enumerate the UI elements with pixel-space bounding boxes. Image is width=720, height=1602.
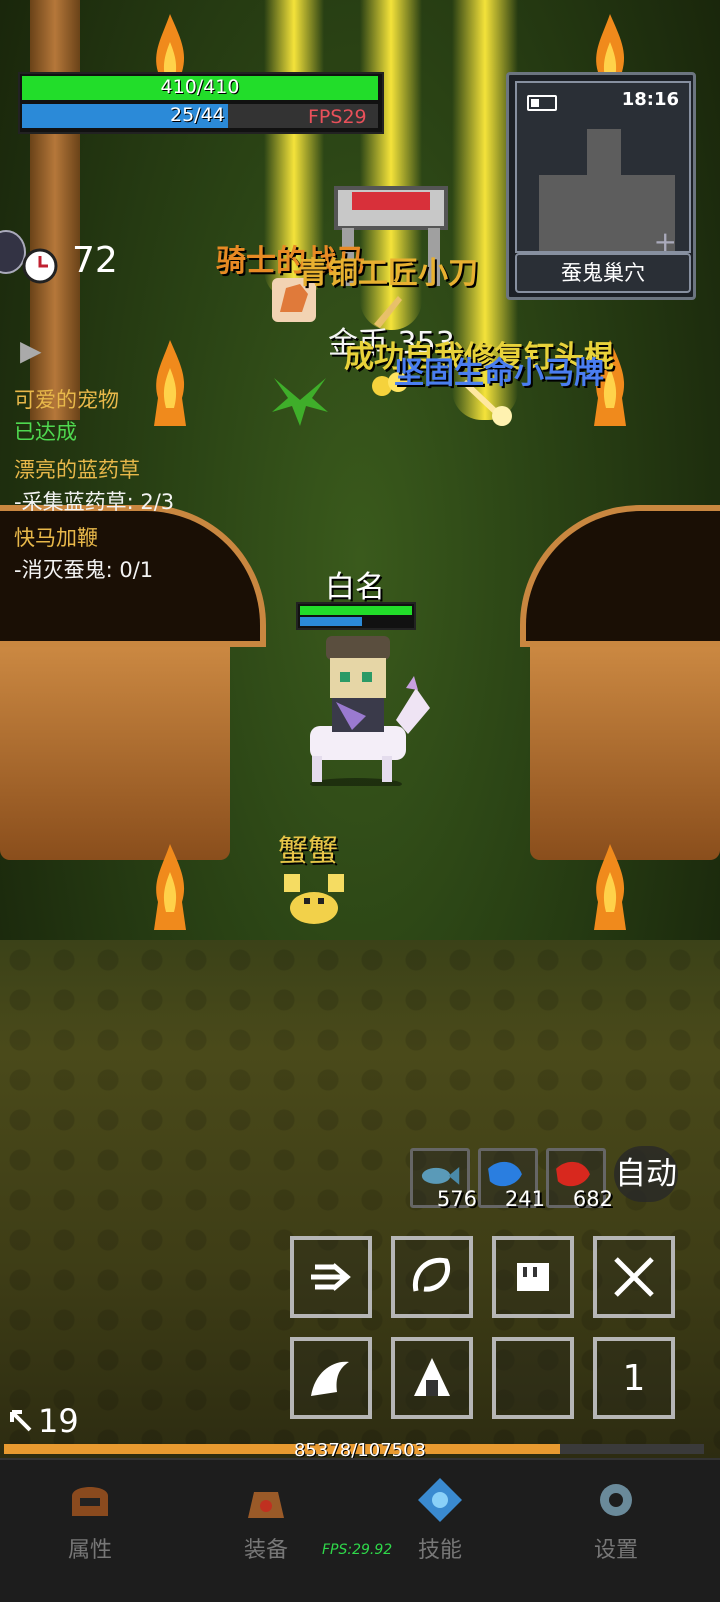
fps-counter: FPS29 <box>308 106 367 128</box>
nav-skills[interactable]: 技能 <box>390 1476 490 1564</box>
nav-equipment[interactable]: 装备 <box>216 1476 316 1564</box>
skill-page-number: 1 <box>622 1357 646 1399</box>
hp-mp-panel: 410/410 25/44 FPS29 <box>18 72 384 134</box>
minimap-map[interactable]: 18:16 + <box>515 81 691 258</box>
hp-text: 410/410 <box>160 76 240 98</box>
minimap[interactable]: 18:16 + 蚕鬼巢穴 <box>506 72 696 300</box>
skill-fist[interactable] <box>492 1236 574 1318</box>
clock-time: 18:16 <box>621 89 679 110</box>
bag-icon <box>248 1492 284 1518</box>
player-on-unicorn[interactable] <box>296 636 436 786</box>
dash-icon <box>311 1263 351 1291</box>
nav-settings[interactable]: 设置 <box>566 1476 666 1564</box>
bottom-nav: 属性 装备 技能 设置 FPS:29.92 <box>0 1458 720 1602</box>
quest-title[interactable]: 漂亮的蓝药草 <box>14 454 140 484</box>
player-hp-fill <box>300 606 412 615</box>
quest-title[interactable]: 快马加鞭 <box>14 522 98 552</box>
skill-gem-icon <box>418 1478 462 1522</box>
nav-label: 技能 <box>417 1538 462 1563</box>
timer-value: 72 <box>72 240 118 281</box>
torch-fire <box>590 842 630 932</box>
nav-label: 设置 <box>593 1538 638 1563</box>
nav-label: 属性 <box>67 1538 112 1563</box>
quest-title[interactable]: 可爱的宠物 <box>14 384 119 414</box>
gear-icon <box>600 1484 632 1516</box>
nav-attributes[interactable]: 属性 <box>40 1476 140 1564</box>
whirl-icon <box>412 1257 450 1292</box>
fist-icon <box>517 1263 549 1291</box>
skill-whirl[interactable] <box>391 1236 473 1318</box>
skill-crossed-swords[interactable] <box>593 1236 675 1318</box>
quest-status: -消灭蚕鬼: 0/1 <box>14 558 154 582</box>
skill-dash[interactable] <box>290 1236 372 1318</box>
skill-page-slot[interactable]: 1 <box>593 1337 675 1419</box>
expand-quests-icon[interactable]: ▶ <box>20 334 42 367</box>
fps-counter-bottom: FPS:29.92 <box>322 1542 393 1558</box>
minimap-corridor <box>587 129 621 179</box>
herb-plant-icon[interactable] <box>270 372 330 428</box>
helmet-icon <box>72 1487 108 1516</box>
loot-label: 坚固生命小马牌 <box>394 356 604 391</box>
level-arrow-icon <box>10 1410 32 1432</box>
auto-button[interactable]: 自动 <box>614 1146 678 1202</box>
potion-slot-blue[interactable]: 241 <box>478 1148 545 1211</box>
hooded-figure-icon <box>414 1358 450 1396</box>
crossed-swords-icon <box>614 1257 654 1297</box>
level-value: 19 <box>38 1402 79 1440</box>
potion-slot-fish[interactable]: 576 <box>410 1148 477 1211</box>
nav-label: 装备 <box>243 1538 288 1563</box>
potion-count: 576 <box>436 1187 477 1211</box>
torch-fire <box>150 842 190 932</box>
enemy-name: 蟹蟹 <box>278 834 338 869</box>
location-name: 蚕鬼巢穴 <box>515 253 691 293</box>
skill-wing[interactable] <box>290 1337 372 1419</box>
potion-slot-red[interactable]: 682 <box>546 1148 613 1211</box>
skill-summon[interactable] <box>391 1337 473 1419</box>
potion-count: 241 <box>504 1187 545 1211</box>
player-health-bar <box>296 602 416 630</box>
alarm-clock-icon <box>22 248 58 284</box>
quest-status: -采集蓝药草: 2/3 <box>14 490 175 514</box>
quest-status: 已达成 <box>14 420 77 444</box>
skill-empty-slot[interactable] <box>492 1337 574 1419</box>
player-name: 白名 <box>325 570 385 605</box>
player-mp-fill <box>300 617 362 626</box>
loot-label: 青铜工匠小刀 <box>298 256 478 291</box>
burrow-right <box>520 505 720 647</box>
torch-fire <box>150 338 190 428</box>
crab-enemy[interactable] <box>280 868 348 932</box>
wing-icon <box>311 1361 349 1396</box>
battery-icon <box>527 95 557 111</box>
potion-count: 682 <box>572 1187 613 1211</box>
